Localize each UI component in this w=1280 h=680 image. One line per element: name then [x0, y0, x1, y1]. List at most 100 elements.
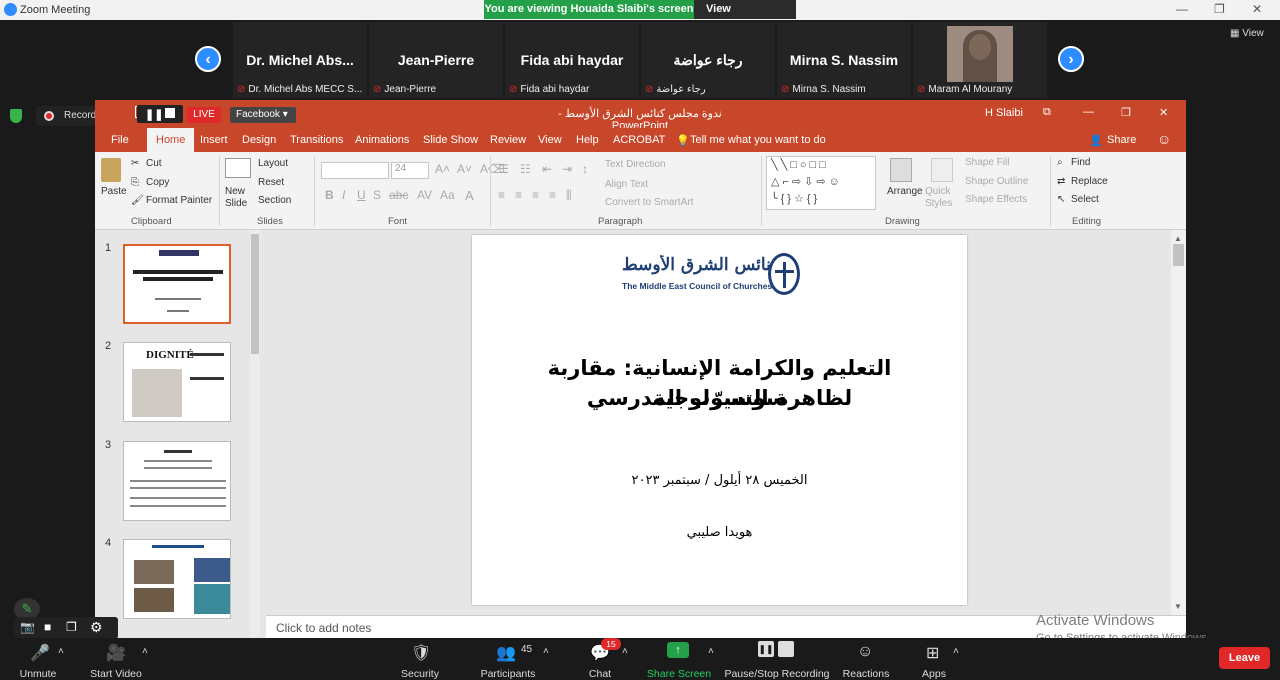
tab-home[interactable]: Home: [147, 128, 195, 152]
tell-me-search[interactable]: Tell me what you want to do: [690, 134, 826, 146]
tab-view[interactable]: View: [538, 134, 562, 146]
tab-review[interactable]: Review: [490, 134, 526, 146]
smiley-feedback-icon[interactable]: ☺: [1157, 131, 1171, 147]
align-center-icon[interactable]: ≡: [515, 188, 522, 202]
tab-file[interactable]: File: [111, 134, 129, 146]
share-button[interactable]: Share: [1107, 134, 1136, 146]
reactions-button[interactable]: Reactions: [842, 668, 890, 680]
shadow-icon[interactable]: S: [373, 188, 381, 202]
tab-help[interactable]: Help: [576, 134, 599, 146]
chevron-up-icon[interactable]: ˄: [543, 646, 549, 657]
tab-transitions[interactable]: Transitions: [290, 134, 343, 146]
live-controls[interactable]: ❚❚: [137, 105, 183, 123]
new-slide-icon[interactable]: [225, 158, 251, 178]
shape-fill-button[interactable]: Shape Fill: [965, 157, 1009, 168]
tab-acrobat[interactable]: ACROBAT: [613, 134, 665, 146]
text-direction-button[interactable]: Text Direction: [605, 159, 666, 170]
user-name[interactable]: H Slaibi: [985, 107, 1023, 119]
paste-icon[interactable]: [101, 158, 121, 182]
reset-button[interactable]: Reset: [258, 177, 284, 188]
layout-button[interactable]: Layout: [258, 158, 288, 169]
stop-icon[interactable]: [165, 108, 175, 118]
participant-tile[interactable]: Fida abi haydar ⊘ Fida abi haydar: [505, 22, 639, 98]
columns-icon[interactable]: ⫼: [566, 188, 572, 203]
mic-muted-icon[interactable]: 🎤: [30, 643, 50, 663]
participant-tile-video[interactable]: ⊘ Maram Al Mourany: [913, 22, 1047, 98]
security-shield-icon[interactable]: 🛡: [411, 643, 431, 663]
stop-icon[interactable]: [778, 641, 794, 657]
current-slide[interactable]: مجلس كنائس الشرق الأوسط The Middle East …: [472, 235, 967, 605]
cut-button[interactable]: Cut: [146, 158, 162, 169]
slide-thumbnail[interactable]: [123, 441, 231, 521]
minimize-icon[interactable]: —: [1083, 106, 1094, 118]
change-case-icon[interactable]: Aa: [440, 188, 455, 202]
char-spacing-icon[interactable]: AV: [417, 188, 432, 202]
convert-smartart-button[interactable]: Convert to SmartArt: [605, 197, 693, 208]
slide-thumbnail[interactable]: DIGNITÉ: [123, 342, 231, 422]
pause-stop-recording-button[interactable]: Pause/Stop Recording: [724, 668, 830, 680]
find-button[interactable]: Find: [1071, 157, 1090, 168]
slide-scrollbar[interactable]: ▲ ▼: [1171, 230, 1186, 615]
share-screen-icon[interactable]: ↑: [667, 642, 689, 658]
numbering-icon[interactable]: ☷: [520, 162, 531, 176]
scroll-thumb[interactable]: [251, 234, 259, 354]
ribbon-display-icon[interactable]: ⧉: [1043, 106, 1051, 119]
participant-tile[interactable]: Mirna S. Nassim ⊘ Mirna S. Nassim: [777, 22, 911, 98]
align-text-button[interactable]: Align Text: [605, 179, 648, 190]
chevron-up-icon[interactable]: ˄: [708, 646, 714, 657]
font-color-icon[interactable]: A: [465, 188, 474, 203]
scroll-up-icon[interactable]: ▲: [1174, 234, 1182, 243]
add-reaction-icon[interactable]: ☺: [857, 643, 873, 661]
participants-button[interactable]: Participants: [478, 668, 538, 680]
restore-icon[interactable]: ❐: [1214, 2, 1225, 16]
copy-button[interactable]: Copy: [146, 177, 169, 188]
scroll-down-icon[interactable]: ▼: [1174, 602, 1182, 611]
gear-icon[interactable]: ⚙: [90, 619, 103, 636]
video-off-icon[interactable]: 🎥: [106, 643, 126, 663]
italic-icon[interactable]: I: [342, 188, 345, 202]
chevron-up-icon[interactable]: ˄: [142, 646, 148, 657]
close-icon[interactable]: ✕: [1159, 106, 1168, 119]
quick-styles-button[interactable]: Quick Styles: [925, 186, 957, 210]
select-button[interactable]: Select: [1071, 194, 1099, 205]
section-button[interactable]: Section: [258, 195, 291, 206]
unmute-button[interactable]: Unmute: [18, 668, 58, 680]
justify-icon[interactable]: ≡: [549, 188, 556, 202]
bullets-icon[interactable]: ☰: [498, 162, 509, 176]
window-icon[interactable]: ❐: [66, 620, 77, 634]
pause-icon[interactable]: ❚❚: [145, 108, 163, 121]
gallery-prev-button[interactable]: ‹: [195, 46, 221, 72]
bold-icon[interactable]: B: [325, 188, 334, 202]
format-painter-button[interactable]: Format Painter: [146, 195, 212, 206]
close-icon[interactable]: ✕: [1252, 2, 1262, 16]
tab-animations[interactable]: Animations: [355, 134, 409, 146]
chat-button[interactable]: Chat: [584, 668, 616, 680]
tab-slide-show[interactable]: Slide Show: [423, 134, 478, 146]
minimize-icon[interactable]: —: [1176, 2, 1188, 16]
thumbnails-scrollbar[interactable]: [250, 230, 260, 638]
shapes-gallery[interactable]: ╲╲□○□□ △⌐⇨⇩⇨☺ ╰{}☆{}: [766, 156, 876, 210]
participant-tile[interactable]: رجاء عواضة ⊘ رجاء عواضة: [641, 22, 775, 98]
share-screen-button[interactable]: Share Screen: [646, 668, 712, 680]
start-video-button[interactable]: Start Video: [88, 668, 144, 680]
slide-thumbnail[interactable]: [123, 539, 231, 619]
strikethrough-icon[interactable]: abc: [389, 188, 408, 202]
restore-icon[interactable]: ❐: [1121, 106, 1131, 119]
shrink-font-icon[interactable]: A˅: [457, 162, 472, 176]
decrease-indent-icon[interactable]: ⇤: [542, 162, 552, 176]
quick-styles-icon[interactable]: [931, 158, 953, 182]
arrange-icon[interactable]: [890, 158, 912, 182]
facebook-stream-dropdown[interactable]: Facebook ▾: [230, 107, 296, 123]
chevron-up-icon[interactable]: ˄: [622, 646, 628, 657]
scroll-thumb[interactable]: [1173, 244, 1184, 266]
underline-icon[interactable]: U: [357, 188, 366, 202]
apps-icon[interactable]: ⊞: [926, 643, 939, 663]
participants-icon[interactable]: 👥: [496, 643, 516, 663]
grow-font-icon[interactable]: A˄: [435, 162, 450, 176]
video-icon[interactable]: ■: [44, 620, 51, 634]
view-options-button[interactable]: View Options⌄: [694, 0, 796, 34]
participant-tile[interactable]: Dr. Michel Abs... ⊘ Dr. Michel Abs MECC S…: [233, 22, 367, 98]
security-button[interactable]: Security: [396, 668, 444, 680]
font-size-select[interactable]: 24: [391, 162, 429, 179]
line-spacing-icon[interactable]: ↕: [582, 162, 588, 176]
